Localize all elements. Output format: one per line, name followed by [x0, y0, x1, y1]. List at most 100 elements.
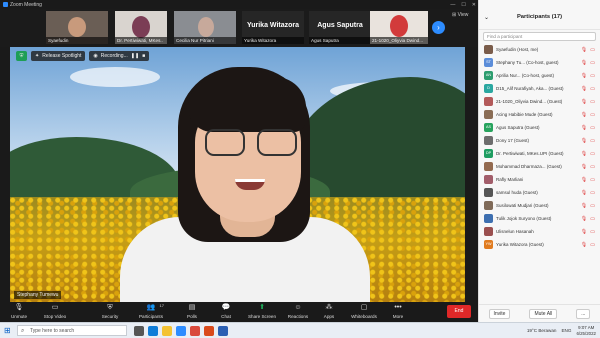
microphone-muted-icon: 🎙	[580, 72, 588, 79]
main-video: ⛨ ✦ Release Spotlight ◉ Recording... ❚❚ ■ St…	[10, 47, 465, 302]
share-screen-button[interactable]: ⬆ Share Screen	[247, 304, 277, 319]
microphone-muted-icon: 🎙	[580, 150, 588, 157]
participant-row[interactable]: samsul huda (Guest) 🎙 ▭	[479, 186, 600, 199]
thumbnail-video[interactable]: 21-1020_Oliyvia Dwind...	[370, 11, 428, 44]
microphone-muted-icon: 🎙	[580, 85, 588, 92]
thumbnail-strip: Syaefudin Dr. Pertiwiwati, MKes.. Cecili…	[0, 9, 478, 47]
share-screen-icon: ⬆	[259, 304, 265, 311]
reactions-button[interactable]: ☺ Reactions	[285, 304, 311, 319]
participant-row[interactable]: Rafly Marliani 🎙 ▭	[479, 173, 600, 186]
chevron-down-icon[interactable]: ⌄	[484, 14, 489, 21]
participant-row[interactable]: Dony 17 (Guest) 🎙 ▭	[479, 134, 600, 147]
cloud	[70, 67, 160, 87]
participant-name: samsul huda (Guest)	[496, 190, 538, 195]
thumbnail-label: Cecilia Nur Pitriani	[174, 37, 236, 44]
edge-icon[interactable]	[148, 326, 158, 336]
zoom-logo-icon	[3, 2, 8, 7]
participant-row[interactable]: Syaefudin (Host, me) 🎙 ▭	[479, 43, 600, 56]
view-button[interactable]: ⊞ View	[452, 12, 468, 18]
windows-start-icon[interactable]: ⊞	[4, 326, 13, 335]
weather-status[interactable]: 19°C Berawan	[527, 328, 557, 333]
participant-name: Stephany Tu... (Co-host, guest)	[496, 60, 559, 65]
stop-video-button[interactable]: ▭ Stop Video	[40, 304, 70, 319]
participant-row[interactable]: AN Aprilia Nur... (Co-host, guest) 🎙 ▭	[479, 69, 600, 82]
participant-search-input[interactable]: Find a participant	[483, 32, 596, 41]
participant-row[interactable]: ST Stephany Tu... (Co-host, guest) 🎙 ▭	[479, 56, 600, 69]
microphone-muted-icon: 🎙	[580, 215, 588, 222]
minimize-icon[interactable]: —	[450, 2, 455, 8]
search-icon: ⌕	[21, 328, 25, 334]
stop-icon[interactable]: ■	[142, 53, 145, 59]
recording-indicator[interactable]: ◉ Recording... ❚❚ ■	[89, 51, 150, 61]
thumbnail-video[interactable]: Cecilia Nur Pitriani	[174, 11, 236, 44]
thumbnail-name-only[interactable]: Agus Saputra Agus Saputra	[309, 11, 371, 44]
panel-more-button[interactable]: ...	[576, 308, 591, 319]
chat-button[interactable]: 💬 Chat	[216, 304, 236, 319]
whiteboards-button[interactable]: ▢ Whiteboards	[347, 304, 381, 319]
thumbnail-video[interactable]: Dr. Pertiwiwati, MKes..	[115, 11, 167, 44]
participant-row[interactable]: AS Agus Saputra (Guest) 🎙 ▭	[479, 121, 600, 134]
participant-status-icons: 🎙 ▭	[581, 112, 595, 118]
participant-name: Acing Habibie Mude (Guest)	[496, 112, 553, 117]
taskbar-search-input[interactable]: ⌕ Type here to search	[17, 325, 127, 336]
participant-face	[68, 17, 86, 37]
toolbar-label: Whiteboards	[351, 314, 377, 319]
next-page-button[interactable]: ›	[432, 21, 445, 34]
chat-icon: 💬	[221, 304, 231, 311]
participant-status-icons: 🎙 ▭	[581, 47, 595, 53]
participant-row[interactable]: Susilowati Mudjari (Guest) 🎙 ▭	[479, 199, 600, 212]
participant-row[interactable]: DP Dr. Pertiwiwati, MKes.UPI (Guest) 🎙 ▭	[479, 147, 600, 160]
thumbnail-video[interactable]: Syaefudin	[46, 11, 108, 44]
camera-off-icon: ▭	[590, 137, 595, 144]
camera-off-icon: ▭	[590, 189, 595, 196]
camera-off-icon: ▭	[590, 46, 595, 53]
avatar	[484, 188, 493, 197]
participant-list: Syaefudin (Host, me) 🎙 ▭ ST Stephany Tu... (…	[479, 43, 600, 251]
unmute-button[interactable]: 🎙 Unmute	[6, 304, 32, 319]
participant-row[interactable]: Acing Habibie Mude (Guest) 🎙 ▭	[479, 108, 600, 121]
word-icon[interactable]	[218, 326, 228, 336]
release-spotlight-button[interactable]: ✦ Release Spotlight	[31, 51, 86, 61]
powerpoint-icon[interactable]	[204, 326, 214, 336]
microphone-muted-icon: 🎙	[580, 228, 588, 235]
security-button[interactable]: ⛨ Security	[96, 304, 124, 319]
participant-row[interactable]: 21-1020_Oliyvia Dwind... (Guest) 🎙 ▭	[479, 95, 600, 108]
microphone-muted-icon: 🎙	[580, 59, 588, 66]
toolbar-label: Participants	[138, 314, 163, 319]
participants-button[interactable]: 👥 17 Participants	[136, 303, 166, 319]
file-explorer-icon[interactable]	[162, 326, 172, 336]
participant-row[interactable]: YW Yurika Witazora (Guest) 🎙 ▭	[479, 238, 600, 251]
security-shield-icon[interactable]: ⛨	[16, 51, 27, 61]
maximize-icon[interactable]: ☐	[461, 2, 465, 8]
participant-row[interactable]: Tulik Jojok Suryono (Guest) 🎙 ▭	[479, 212, 600, 225]
windows-taskbar: ⊞ ⌕ Type here to search 19°C Berawan ENG …	[0, 322, 600, 338]
microphone-muted-icon: 🎙	[580, 124, 588, 131]
toolbar-label: Reactions	[287, 314, 309, 319]
participant-status-icons: 🎙 ▭	[581, 86, 595, 92]
participant-row[interactable]: Mohammad Dharmaza... (Guest) 🎙 ▭	[479, 160, 600, 173]
chrome-icon[interactable]	[190, 326, 200, 336]
camera-icon: ▭	[51, 304, 59, 311]
invite-button[interactable]: Invite	[488, 308, 511, 319]
avatar: AS	[484, 123, 493, 132]
polls-button[interactable]: ▤ Polls	[182, 304, 202, 319]
participant-row[interactable]: Ulisnelun Hasanah 🎙 ▭	[479, 225, 600, 238]
end-meeting-button[interactable]: End	[447, 305, 471, 318]
mute-all-button[interactable]: Mute All	[529, 308, 558, 319]
participant-status-icons: 🎙 ▭	[581, 177, 595, 183]
toolbar-label: Share Screen	[247, 314, 277, 319]
task-view-icon[interactable]	[134, 326, 144, 336]
pause-icon[interactable]: ❚❚	[131, 53, 139, 59]
participant-name: Ulisnelun Hasanah	[496, 229, 534, 234]
avatar	[484, 227, 493, 236]
language-indicator[interactable]: ENG	[561, 328, 571, 333]
apps-button[interactable]: ⁂ Apps	[320, 304, 338, 319]
participant-row[interactable]: D D15_Alif Nurafiyah, Aka... (Guest) 🎙 ▭	[479, 82, 600, 95]
avatar	[484, 136, 493, 145]
zoom-taskbar-icon[interactable]	[176, 326, 186, 336]
participants-panel: ⌄ Participants (17) Find a participant S…	[478, 0, 600, 322]
thumbnail-name-only[interactable]: Yurika Witazora Yurika Witazora	[242, 11, 304, 44]
more-button[interactable]: ••• More	[388, 304, 408, 319]
clock[interactable]: 9:07 AM 6/25/2022	[576, 325, 596, 336]
close-icon[interactable]: ✕	[472, 2, 476, 8]
